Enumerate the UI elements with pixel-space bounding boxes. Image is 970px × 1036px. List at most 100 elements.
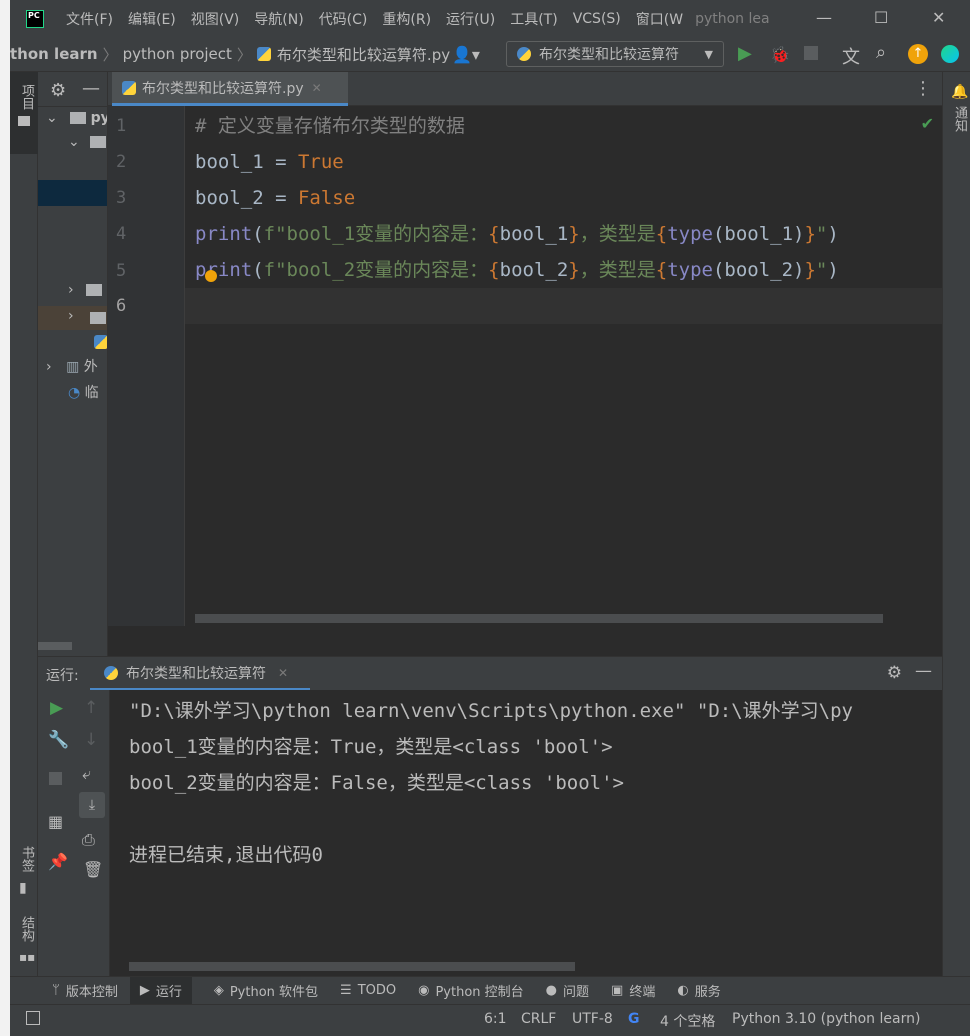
menu-view[interactable]: 视图(V) [191,9,240,29]
tool-label: 问题 [563,985,590,1000]
code-editor[interactable]: # 定义变量存储布尔类型的数据 bool_1 = True bool_2 = F… [185,106,942,626]
stop-icon[interactable] [804,46,818,60]
line-separator[interactable]: CRLF [521,1011,556,1027]
tool-terminal[interactable]: ▣ 终端 [611,981,655,1000]
arrow-down-icon[interactable]: ↓ [84,730,98,750]
arrow-up-icon[interactable]: ↑ [84,698,98,718]
library-icon: ▥ [66,359,80,375]
code-token: = [263,151,298,173]
tree-item-root[interactable]: ⌄ py [46,110,107,134]
tool-problems[interactable]: ● 问题 [546,981,589,1000]
tool-python-console[interactable]: ◉ Python 控制台 [418,981,524,1000]
run-tab[interactable]: 布尔类型和比较运算符 ✕ [90,657,310,691]
menu-code[interactable]: 代码(C) [319,9,368,29]
tree-item-file[interactable] [94,334,107,358]
tool-vcs[interactable]: ᛘ 版本控制 [52,981,118,1000]
breadcrumb-project[interactable]: thon learn [10,45,98,63]
indent-setting[interactable]: 4 个空格 [660,1011,715,1031]
bell-icon[interactable]: 🔔 [951,84,968,100]
notifications-tool-label[interactable]: 通知 [950,106,969,132]
pin-icon[interactable]: 📌 [48,852,68,871]
code-token-string: " [815,223,828,245]
gear-icon[interactable]: ⚙ [887,663,902,683]
lightbulb-icon[interactable] [205,270,217,282]
run-console[interactable]: "D:\课外学习\python learn\venv\Scripts\pytho… [110,690,942,976]
code-token-string: " [815,259,828,281]
debug-icon[interactable]: 🐞 [770,45,790,64]
code-line-2: bool_1 = True [195,144,344,180]
maximize-button[interactable]: ☐ [874,8,888,27]
rerun-icon[interactable]: ▶ [50,698,63,718]
google-icon[interactable]: G [628,1011,640,1027]
trash-icon[interactable]: 🗑 [83,860,103,879]
tool-python-packages[interactable]: ◈ Python 软件包 [214,981,318,1000]
bookmark-icon: ▮ [19,880,27,896]
layout-icon[interactable]: ▦ [48,812,63,831]
menu-vcs[interactable]: VCS(S) [573,11,621,27]
folder-icon [90,136,107,148]
run-configuration-select[interactable]: 布尔类型和比较运算符 ▼ [506,41,724,67]
tree-item-external-libraries[interactable]: › ▥ 外 [46,356,98,380]
close-button[interactable]: ✕ [932,8,945,27]
tree-item-folder[interactable]: › [68,282,103,306]
structure-icon: ▪▪ [19,950,36,964]
update-icon[interactable]: ↑ [908,44,928,64]
minimize-button[interactable]: — [816,8,832,27]
bookmarks-tool-button[interactable]: 书签 ▮ [10,842,38,902]
run-icon[interactable]: ▶ [738,43,752,64]
line-number-current: 6 [116,296,127,316]
tool-todo[interactable]: ☰ TODO [340,983,396,998]
branch-icon: ᛘ [52,983,60,998]
gear-icon[interactable]: ⚙ [50,80,66,101]
list-icon: ☰ [340,983,352,998]
structure-tool-button[interactable]: 结构 ▪▪ [10,912,38,972]
translate-icon[interactable]: 文 [842,43,860,69]
menu-navigate[interactable]: 导航(N) [254,9,303,29]
horizontal-scrollbar[interactable] [129,962,575,971]
close-tab-icon[interactable]: ✕ [278,666,288,680]
hide-panel-icon[interactable]: — [82,78,100,99]
editor-tab-active[interactable]: 布尔类型和比较运算符.py ✕ [112,72,348,106]
code-token-brace: { [655,259,668,281]
menu-refactor[interactable]: 重构(R) [382,9,431,29]
python-interpreter[interactable]: Python 3.10 (python learn) [732,1011,920,1027]
breadcrumb-folder[interactable]: python project [123,45,232,63]
tree-item-selected[interactable] [38,180,107,206]
file-encoding[interactable]: UTF-8 [572,1011,613,1027]
search-icon[interactable]: ⌕ [876,42,886,63]
scroll-to-end-icon[interactable]: ⤓ [79,792,105,818]
menu-tools[interactable]: 工具(T) [510,9,557,29]
menu-edit[interactable]: 编辑(E) [128,9,176,29]
tree-item-folder[interactable]: ⌄ [68,134,107,158]
info-icon: ● [545,983,558,998]
horizontal-scrollbar[interactable] [38,642,72,650]
menu-run[interactable]: 运行(U) [446,9,495,29]
tree-item-scratches[interactable]: ◔ 临 [68,382,99,406]
tree-item-highlighted[interactable]: › [38,306,107,330]
menu-window[interactable]: 窗口(W [636,9,683,29]
breadcrumb-file[interactable]: 布尔类型和比较运算符.py [277,44,450,65]
tool-run[interactable]: ▶ 运行 [129,976,192,1005]
tool-services[interactable]: ◐ 服务 [677,981,720,1000]
chevron-right-icon: › [68,282,74,298]
hide-panel-icon[interactable]: — [915,661,932,681]
line-number: 3 [116,188,127,208]
current-line-highlight [185,288,942,324]
packages-icon: ◈ [213,983,224,998]
wrench-icon[interactable]: 🔧 [48,730,69,750]
bottom-tool-bar: ᛘ 版本控制 ▶ 运行 ◈ Python 软件包 ☰ TODO ◉ Python 控制台 … [10,976,970,1005]
ide-services-icon[interactable] [941,45,959,63]
inspection-ok-icon[interactable]: ✔ [921,114,934,133]
stop-icon[interactable] [49,772,62,785]
soft-wrap-icon[interactable]: ⤶ [82,764,91,784]
close-tab-icon[interactable]: ✕ [312,81,322,95]
horizontal-scrollbar[interactable] [195,614,883,623]
menu-file[interactable]: 文件(F) [66,9,113,29]
more-options-icon[interactable]: ⋮ [914,78,932,99]
user-icon[interactable]: 👤▾ [452,45,480,64]
toggle-tool-windows-icon[interactable] [26,1011,40,1025]
print-icon[interactable]: ⎙ [82,830,95,850]
project-tool-button[interactable]: 项目 [10,72,38,154]
code-token: (bool_2) [712,259,805,281]
caret-position[interactable]: 6:1 [484,1011,507,1027]
